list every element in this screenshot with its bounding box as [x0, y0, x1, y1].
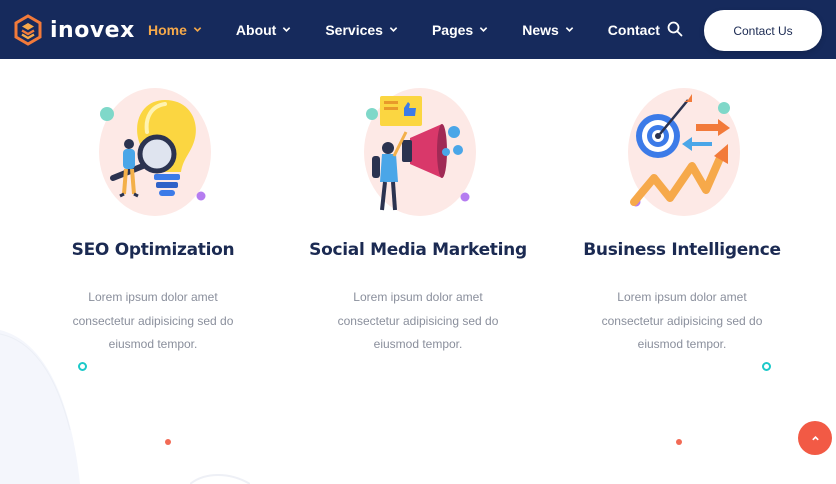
service-card-business-intelligence: Business Intelligence Lorem ipsum dolor … — [562, 86, 802, 357]
chevron-up-icon — [811, 435, 819, 440]
chevron-down-icon — [479, 25, 488, 34]
chevron-down-icon — [193, 25, 202, 34]
top-navbar: inovex Home About Services Pages News Co… — [0, 0, 836, 59]
decorative-dot — [165, 439, 171, 445]
chevron-down-icon — [282, 25, 291, 34]
decorative-dot — [676, 439, 682, 445]
scroll-to-top-button[interactable] — [798, 421, 832, 455]
service-description: Lorem ipsum dolor amet consectetur adipi… — [298, 286, 538, 357]
chevron-down-icon — [389, 25, 398, 34]
lightbulb-magnifier-illustration — [93, 86, 213, 216]
brand-logo[interactable]: inovex — [14, 14, 135, 46]
desc-line: Lorem ipsum dolor amet — [88, 290, 218, 304]
service-card-seo: SEO Optimization Lorem ipsum dolor amet … — [33, 86, 273, 357]
service-description: Lorem ipsum dolor amet consectetur adipi… — [562, 286, 802, 357]
service-title: SEO Optimization — [71, 240, 235, 260]
search-icon[interactable] — [667, 21, 683, 37]
nav-item-home[interactable]: Home — [148, 22, 202, 38]
service-title: Business Intelligence — [583, 240, 781, 260]
nav-item-contact[interactable]: Contact — [608, 22, 660, 38]
service-card-social-media: Social Media Marketing Lorem ipsum dolor… — [298, 86, 538, 357]
desc-line: Lorem ipsum dolor amet — [617, 290, 747, 304]
nav-label: About — [235, 21, 277, 38]
main-nav: Home About Services Pages News Contact — [148, 0, 694, 59]
service-title: Social Media Marketing — [309, 240, 527, 260]
nav-item-pages[interactable]: Pages — [432, 22, 488, 38]
nav-label: Contact — [607, 21, 660, 38]
chevron-down-icon — [565, 25, 574, 34]
desc-line: eiusmod tempor. — [637, 337, 727, 351]
desc-line: consectetur adipisicing sed do — [601, 313, 763, 328]
contact-us-button[interactable]: Contact Us — [704, 10, 822, 51]
nav-label: Services — [325, 21, 383, 38]
target-growth-illustration — [622, 86, 742, 216]
logo-mark-icon — [14, 14, 42, 46]
desc-line: Lorem ipsum dolor amet — [353, 290, 483, 304]
service-description: Lorem ipsum dolor amet consectetur adipi… — [33, 286, 273, 357]
desc-line: eiusmod tempor. — [108, 337, 198, 351]
nav-label: Pages — [431, 21, 474, 38]
background-arc-shape — [190, 474, 250, 484]
desc-line: consectetur adipisicing sed do — [337, 313, 499, 328]
nav-label: News — [522, 21, 559, 38]
decorative-ring — [762, 362, 771, 371]
desc-line: consectetur adipisicing sed do — [72, 313, 234, 328]
nav-item-services[interactable]: Services — [325, 22, 398, 38]
nav-label: Home — [148, 21, 187, 38]
megaphone-illustration — [358, 86, 478, 216]
decorative-ring — [78, 362, 87, 371]
nav-item-about[interactable]: About — [236, 22, 291, 38]
desc-line: eiusmod tempor. — [373, 337, 463, 351]
brand-name: inovex — [50, 17, 135, 43]
nav-item-news[interactable]: News — [522, 22, 574, 38]
